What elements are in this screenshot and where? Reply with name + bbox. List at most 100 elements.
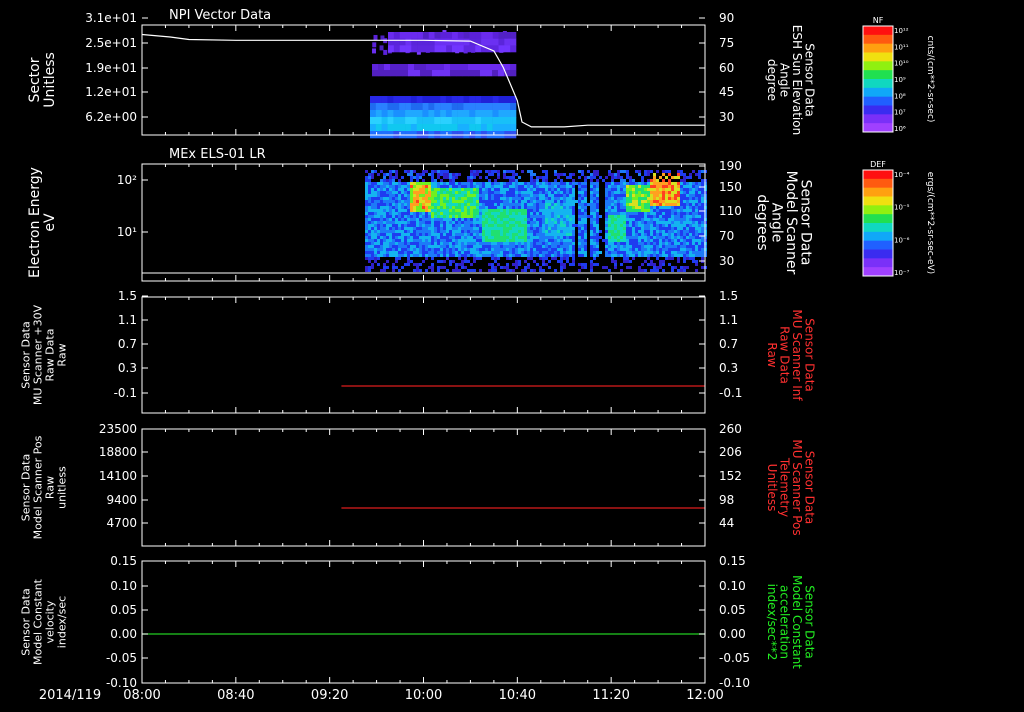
spectrogram-cell [524,194,527,197]
heatmap-cell [504,96,511,104]
spectrogram-cell [533,233,536,236]
spectrogram-cell [653,233,656,236]
spectrogram-cell [653,203,656,206]
spectrogram-cell [530,227,533,230]
spectrogram-cell [494,200,497,203]
spectrogram-cell [407,254,410,257]
spectrogram-cell [482,203,485,206]
spectrogram-cell [401,188,404,191]
spectrogram-cell [641,206,644,209]
spectrogram-cell [392,242,395,245]
spectrogram-cell [398,197,401,200]
spectrogram-cell [467,206,470,209]
spectrogram-cell [392,230,395,233]
spectrogram-cell [635,236,638,239]
spectrogram-cell [512,182,515,185]
spectrogram-cell [491,245,494,248]
spectrogram-cell [380,221,383,224]
spectrogram-cell [461,197,464,200]
heatmap-cell [399,110,406,118]
spectrogram-cell [590,260,593,263]
spectrogram-cell [521,248,524,251]
spectrogram-cell [389,218,392,221]
spectrogram-cell [641,221,644,224]
spectrogram-cell [476,254,479,257]
spectrogram-cell [638,197,641,200]
spectrogram-cell [386,221,389,224]
spectrogram-cell [677,269,680,272]
spectrogram-cell [419,215,422,218]
spectrogram-cell [437,170,440,173]
spectrogram-cell [488,242,491,245]
spectrogram-cell [401,206,404,209]
spectrogram-cell [593,197,596,200]
spectrogram-cell [467,203,470,206]
spectrogram-cell [701,224,704,227]
spectrogram-cell [683,245,686,248]
spectrogram-cell [530,206,533,209]
spectrogram-cell [473,245,476,248]
spectrogram-cell [686,254,689,257]
spectrogram-cell [491,203,494,206]
spectrogram-cell [374,230,377,233]
spectrogram-cell [431,194,434,197]
spectrogram-cell [485,170,488,173]
heatmap-cell [399,124,406,132]
spectrogram-cell [491,182,494,185]
def-colorbar-tick: 10⁻⁷ [894,269,910,277]
spectrogram-cell [650,206,653,209]
spectrogram-cell [491,236,494,239]
spectrogram-cell [533,194,536,197]
spectrogram-cell [563,197,566,200]
spectrogram-cell [440,266,443,269]
spectrogram-cell [491,257,494,260]
spectrogram-cell [386,203,389,206]
heatmap-cell [393,45,400,53]
spectrogram-cell [371,227,374,230]
spectrogram-cell [617,209,620,212]
spectrogram-cell [653,221,656,224]
spectrogram-cell [602,179,605,182]
spectrogram-cell [485,176,488,179]
spectrogram-cell [488,188,491,191]
spectrogram-cell [509,203,512,206]
spectrogram-cell [701,194,704,197]
spectrogram-cell [500,239,503,242]
spectrogram-cell [428,248,431,251]
spectrogram-cell [425,251,428,254]
spectrogram-cell [392,170,395,173]
heatmap-cell [492,110,499,118]
spectrogram-cell [515,236,518,239]
spectrogram-cell [518,227,521,230]
spectrogram-cell [560,254,563,257]
spectrogram-cell [374,206,377,209]
spectrogram-cell [533,269,536,272]
spectrogram-cell [503,194,506,197]
spectrogram-cell [629,182,632,185]
spectrogram-cell [668,239,671,242]
spectrogram-cell [407,206,410,209]
spectrogram-cell [545,176,548,179]
spectrogram-cell [605,206,608,209]
spectrogram-cell [668,254,671,257]
spectrogram-cell [392,266,395,269]
spectrogram-cell [512,233,515,236]
spectrogram-cell [527,185,530,188]
spectrogram-cell [527,197,530,200]
spectrogram-cell [623,230,626,233]
spectrogram-cell [392,215,395,218]
spectrogram-cell [692,170,695,173]
spectrogram-cell [410,200,413,203]
heatmap-cell [475,110,482,118]
spectrogram-cell [443,218,446,221]
spectrogram-cell [431,182,434,185]
spectrogram-cell [512,263,515,266]
spectrogram-cell [596,254,599,257]
spectrogram-cell [701,197,704,200]
spectrogram-cell [614,203,617,206]
spectrogram-cell [485,194,488,197]
spectrogram-cell [680,251,683,254]
spectrogram-cell [647,212,650,215]
spectrogram-cell [569,185,572,188]
spectrogram-cell [533,230,536,233]
